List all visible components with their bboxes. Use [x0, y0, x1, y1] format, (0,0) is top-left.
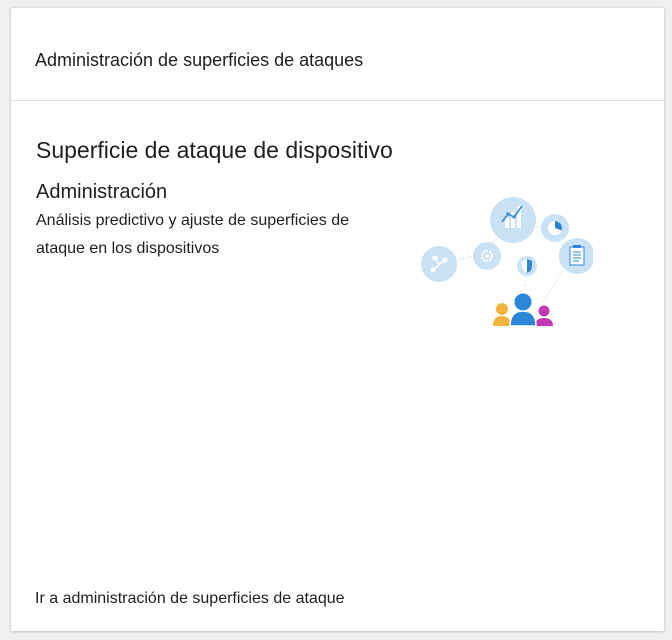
document-icon [559, 238, 593, 274]
shield-icon [517, 256, 537, 276]
go-to-attack-surface-management-link[interactable]: Ir a administración de superficies de at… [35, 589, 345, 609]
subtitle: Administración [36, 181, 168, 203]
pie-chart-icon [541, 214, 569, 242]
section-title: Superficie de ataque de dispositivo [36, 137, 393, 163]
attack-surface-card: Administración de superficies de ataques… [11, 8, 664, 631]
card-header-title: Administración de superficies de ataques [35, 50, 364, 70]
card-header: Administración de superficies de ataques [11, 8, 664, 101]
bar-chart-icon [490, 197, 536, 243]
description-text: Análisis predictivo y ajuste de superfic… [36, 212, 350, 257]
attack-surface-illustration [421, 197, 593, 326]
network-icon [421, 246, 457, 282]
people-icon [493, 293, 553, 326]
gear-icon [473, 242, 501, 270]
